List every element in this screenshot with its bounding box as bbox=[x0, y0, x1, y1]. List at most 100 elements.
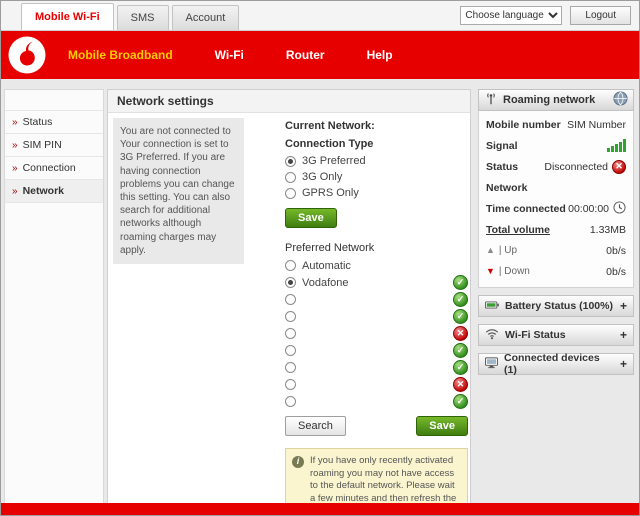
connection-type-label: Connection Type bbox=[285, 138, 374, 150]
expand-plus-icon bbox=[620, 357, 627, 371]
language-select[interactable]: Choose language bbox=[460, 6, 563, 25]
preferred-network-option[interactable] bbox=[285, 376, 468, 393]
download-row: | Down 0b/s bbox=[486, 261, 626, 282]
total-volume-value: 1.33MB bbox=[589, 223, 626, 236]
save-preferred-network-button[interactable]: Save bbox=[416, 416, 468, 436]
connection-type-option[interactable]: 3G Only bbox=[285, 169, 468, 185]
chevron-right-icon bbox=[12, 116, 18, 128]
main-panel: Network settings You are not connected t… bbox=[107, 89, 471, 506]
globe-icon bbox=[613, 91, 628, 109]
preferred-network-option[interactable] bbox=[285, 359, 468, 376]
upload-arrow-icon bbox=[486, 245, 495, 256]
disconnected-icon bbox=[612, 159, 626, 174]
wifi-status-panel[interactable]: Wi-Fi Status bbox=[478, 324, 634, 346]
preferred-network-option-label: Vodafone bbox=[302, 276, 349, 289]
sidebar-item[interactable]: Connection bbox=[5, 157, 103, 180]
preferred-network-option[interactable]: Automatic bbox=[285, 257, 468, 274]
sidebar-item-label: SIM PIN bbox=[22, 139, 62, 151]
battery-status-label: Battery Status (100%) bbox=[505, 300, 613, 312]
radio-button[interactable] bbox=[285, 155, 296, 167]
radio-button[interactable] bbox=[285, 396, 296, 407]
top-bar: Mobile Wi-Fi SMS Account Choose language… bbox=[1, 1, 639, 31]
preferred-network-option[interactable] bbox=[285, 308, 468, 325]
main-nav-bar: Mobile Broadband Wi-Fi Router Help bbox=[1, 31, 639, 79]
network-row: Network bbox=[486, 177, 626, 198]
radio-button[interactable] bbox=[285, 328, 296, 339]
signal-label: Signal bbox=[486, 139, 518, 152]
app-tab-label: SMS bbox=[130, 12, 155, 24]
preferred-network-option[interactable] bbox=[285, 342, 468, 359]
radio-button[interactable] bbox=[285, 362, 296, 373]
app-tab-label: Account bbox=[185, 12, 226, 24]
nav-item[interactable]: Router bbox=[286, 48, 325, 62]
connection-type-option[interactable]: 3G Preferred bbox=[285, 153, 468, 169]
network-status-icon bbox=[453, 326, 468, 341]
search-button[interactable]: Search bbox=[285, 416, 346, 436]
app-tabs: Mobile Wi-Fi SMS Account bbox=[21, 3, 242, 30]
radio-button[interactable] bbox=[285, 187, 296, 199]
time-connected-value: 00:00:00 bbox=[568, 202, 609, 215]
sidebar-item[interactable]: Network bbox=[5, 180, 103, 203]
intro-line1: You are not connected to bbox=[120, 126, 231, 137]
footer-bar bbox=[1, 503, 639, 515]
nav-item-label: Wi-Fi bbox=[214, 48, 244, 62]
preferred-network-option[interactable]: Vodafone bbox=[285, 274, 468, 291]
app-window: Mobile Wi-Fi SMS Account Choose language… bbox=[0, 0, 640, 516]
intro-line2: Your connection is set to 3G Preferred. … bbox=[120, 139, 235, 256]
primary-nav: Mobile Broadband Wi-Fi Router Help bbox=[68, 48, 393, 62]
app-tab[interactable]: Account bbox=[171, 5, 240, 30]
radio-button[interactable] bbox=[285, 345, 296, 356]
status-sidebar: Roaming network Mobile number SIM Number… bbox=[478, 89, 634, 376]
nav-item[interactable]: Wi-Fi bbox=[215, 48, 244, 62]
preferred-network-option[interactable] bbox=[285, 393, 468, 410]
radio-button[interactable] bbox=[285, 294, 296, 305]
nav-item[interactable]: Mobile Broadband bbox=[68, 48, 173, 62]
connected-devices-panel[interactable]: Connected devices (1) bbox=[478, 352, 634, 376]
preferred-network-option[interactable] bbox=[285, 325, 468, 342]
sidebar-item[interactable]: Status bbox=[5, 110, 103, 134]
form-buttons: Search Save bbox=[285, 416, 468, 436]
mobile-number-row: Mobile number SIM Number bbox=[486, 114, 626, 135]
download-arrow-icon bbox=[486, 266, 495, 277]
connection-type-option-label: 3G Preferred bbox=[302, 155, 366, 167]
battery-status-panel[interactable]: Battery Status (100%) bbox=[478, 295, 634, 317]
sidebar-item-label: Network bbox=[22, 185, 64, 197]
nav-item-label: Router bbox=[285, 48, 325, 62]
nav-item-label: Help bbox=[366, 48, 393, 62]
left-sidebar: Status SIM PIN Connection Network bbox=[4, 89, 104, 506]
radio-button[interactable] bbox=[285, 260, 296, 271]
app-tab-label: Mobile Wi-Fi bbox=[35, 11, 100, 23]
wifi-status-label: Wi-Fi Status bbox=[505, 329, 566, 341]
battery-icon bbox=[485, 300, 499, 313]
network-status-icon bbox=[453, 275, 468, 290]
preferred-network-option[interactable] bbox=[285, 291, 468, 308]
status-row: Status Disconnected bbox=[486, 156, 626, 177]
nav-item[interactable]: Help bbox=[367, 48, 393, 62]
signal-row: Signal bbox=[486, 135, 626, 156]
upload-row: | Up 0b/s bbox=[486, 240, 626, 261]
total-volume-link[interactable]: Total volume bbox=[486, 224, 550, 236]
radio-button[interactable] bbox=[285, 379, 296, 390]
sidebar-item[interactable]: SIM PIN bbox=[5, 134, 103, 157]
logout-button[interactable]: Logout bbox=[570, 6, 631, 25]
radio-button[interactable] bbox=[285, 171, 296, 183]
upload-label: | Up bbox=[498, 245, 518, 256]
radio-button[interactable] bbox=[285, 311, 296, 322]
download-label: | Down bbox=[498, 266, 530, 277]
connection-type-option[interactable]: GPRS Only bbox=[285, 185, 468, 201]
network-form: Current Network: Connection Type 3G Pref… bbox=[285, 120, 468, 505]
app-tab[interactable]: SMS bbox=[116, 5, 169, 30]
network-label: Network bbox=[486, 181, 528, 194]
time-connected-row: Time connected 00:00:00 bbox=[486, 198, 626, 219]
mobile-number-value: SIM Number bbox=[567, 118, 626, 131]
app-tab[interactable]: Mobile Wi-Fi bbox=[21, 3, 114, 30]
save-connection-type-button[interactable]: Save bbox=[285, 208, 337, 228]
total-volume-row: Total volume 1.33MB bbox=[486, 219, 626, 240]
status-label: Status bbox=[486, 160, 519, 173]
signal-bars-icon bbox=[607, 139, 626, 152]
connection-type-option-label: 3G Only bbox=[302, 171, 343, 183]
radio-button[interactable] bbox=[285, 277, 296, 288]
note-text: If you have only recently activated roam… bbox=[310, 455, 457, 504]
status-value: Disconnected bbox=[544, 160, 608, 173]
preferred-network-list: Automatic Vodafone bbox=[285, 257, 468, 410]
